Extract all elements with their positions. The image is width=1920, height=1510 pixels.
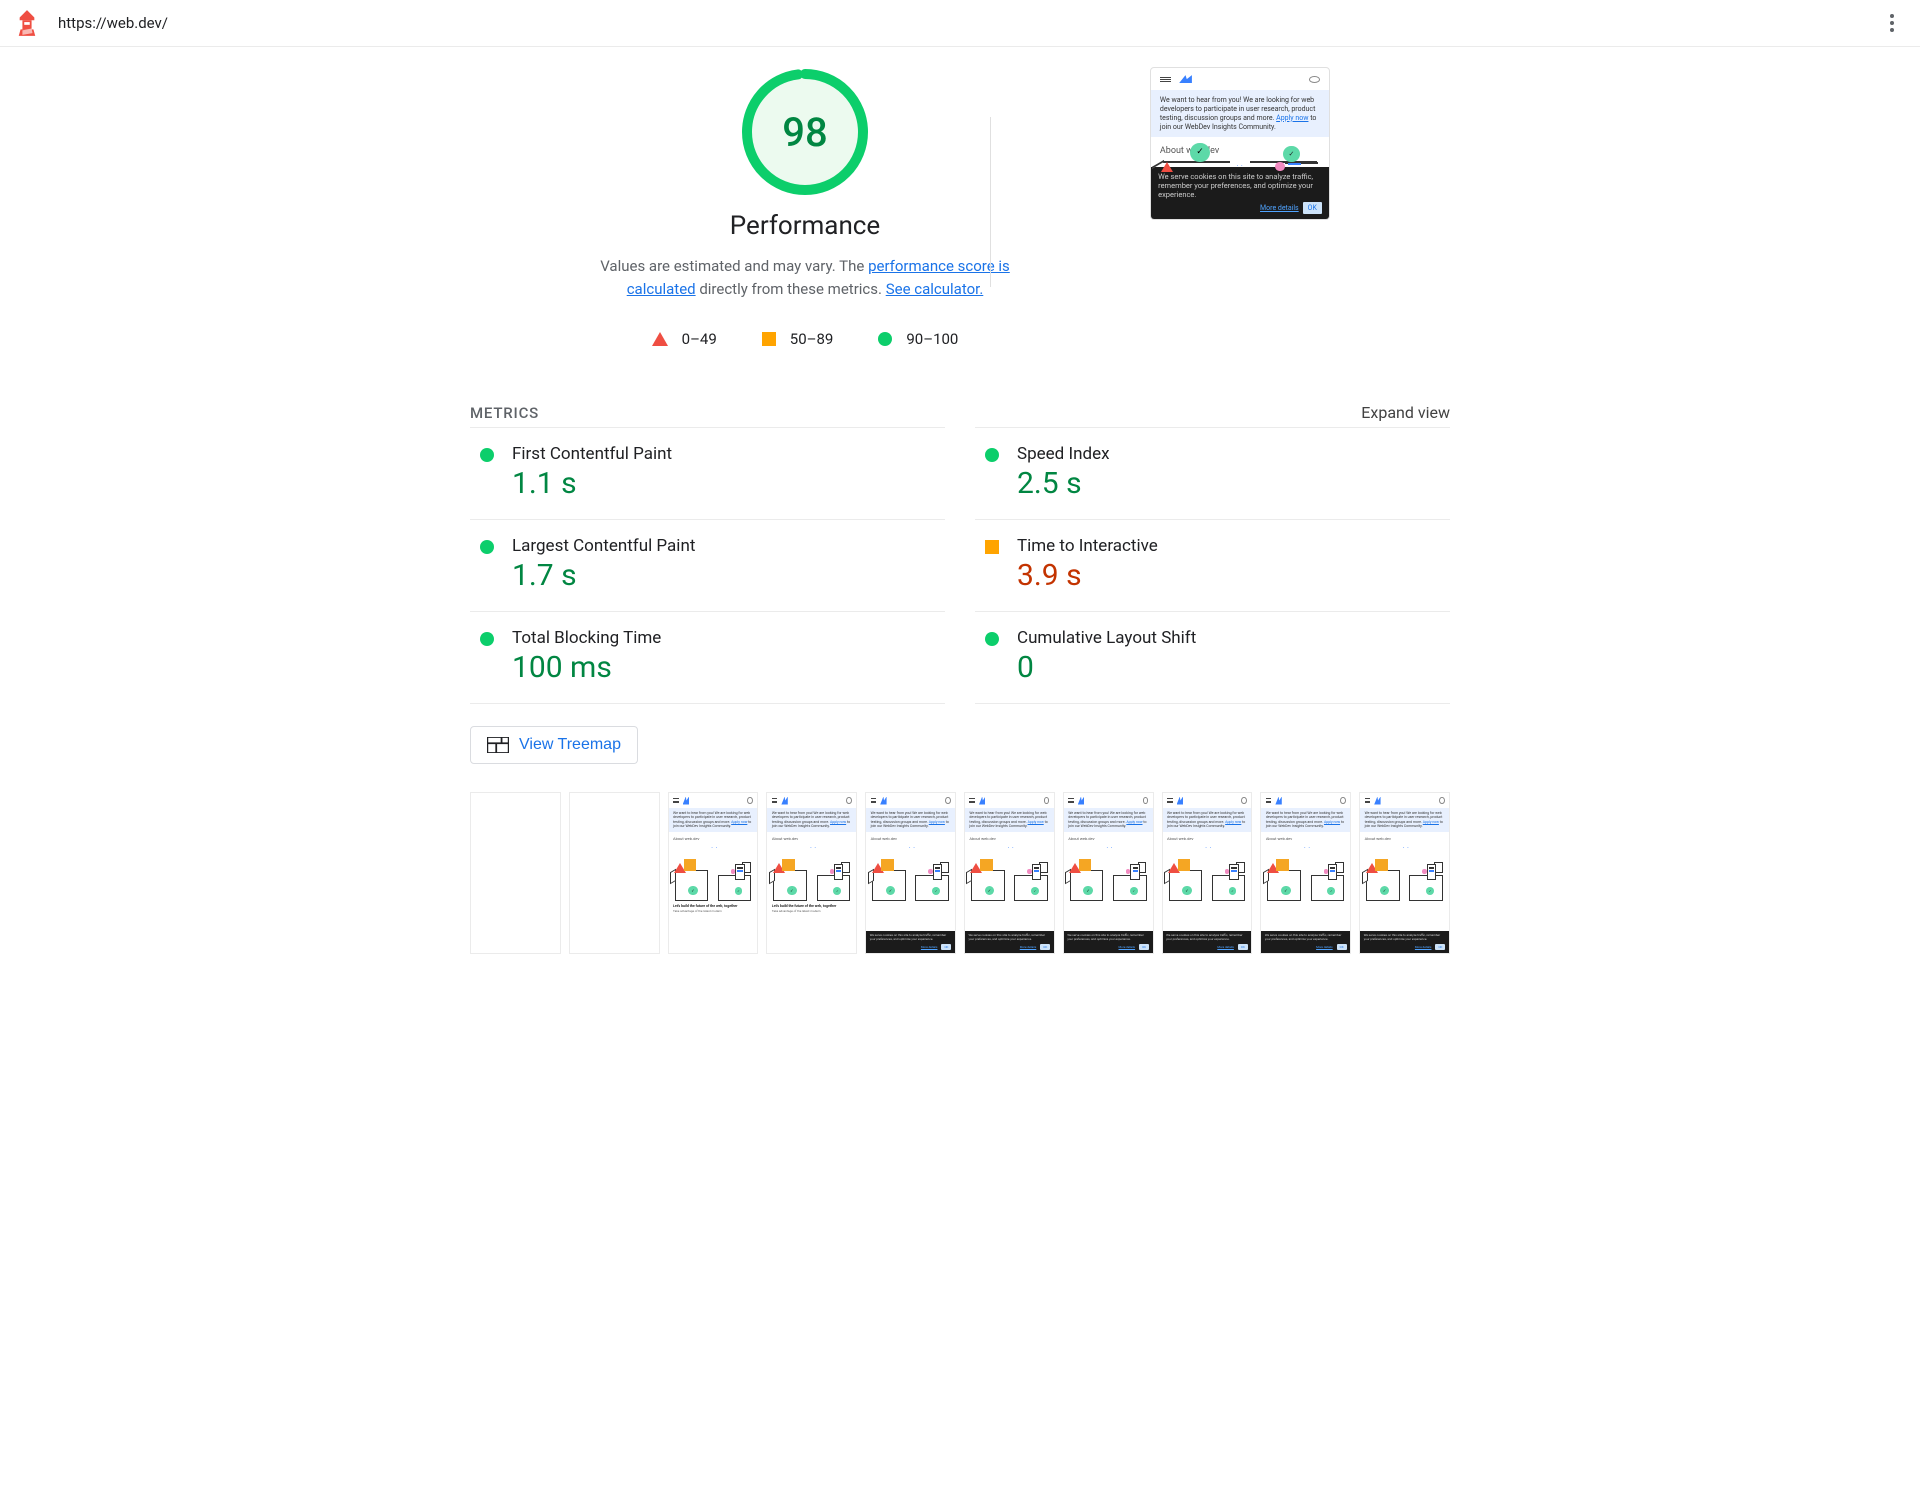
metric-label: Speed Index xyxy=(1017,444,1440,464)
filmstrip: We want to hear from you! We are looking… xyxy=(470,792,1450,954)
treemap-icon xyxy=(487,737,509,753)
metric-value: 3.9 s xyxy=(1017,558,1440,593)
metric-label: Cumulative Layout Shift xyxy=(1017,628,1440,648)
vertical-divider xyxy=(990,117,991,287)
metric-label: Largest Contentful Paint xyxy=(512,536,935,556)
score-legend: 0–49 50–89 90–100 xyxy=(652,330,959,348)
legend-fail: 0–49 xyxy=(652,330,717,348)
view-treemap-button[interactable]: View Treemap xyxy=(470,726,638,764)
circle-icon xyxy=(878,332,892,346)
topbar: https://web.dev/ xyxy=(0,0,1920,47)
score-disclaimer: Values are estimated and may vary. The p… xyxy=(590,255,1020,300)
filmstrip-frame: We want to hear from you! We are looking… xyxy=(865,792,956,954)
circle-icon xyxy=(985,632,999,646)
filmstrip-frame: We want to hear from you! We are looking… xyxy=(1359,792,1450,954)
metric-row: Cumulative Layout Shift 0 xyxy=(975,611,1450,703)
metric-row: Largest Contentful Paint 1.7 s xyxy=(470,519,945,611)
search-icon xyxy=(1309,76,1320,83)
metric-value: 100 ms xyxy=(512,650,935,685)
final-screenshot: We want to hear from you! We are looking… xyxy=(1150,67,1330,220)
metrics-grid: First Contentful Paint 1.1 s Speed Index… xyxy=(470,427,1450,703)
metric-value: 1.7 s xyxy=(512,558,935,593)
metric-value: 0 xyxy=(1017,650,1440,685)
metrics-heading: METRICS xyxy=(470,404,539,422)
webdev-logo-icon xyxy=(1179,75,1192,83)
lighthouse-logo-icon xyxy=(16,10,38,36)
metric-value: 1.1 s xyxy=(512,466,935,501)
performance-gauge: 98 xyxy=(740,67,870,197)
gauge-score: 98 xyxy=(740,67,870,197)
see-calculator-link[interactable]: See calculator. xyxy=(886,280,984,298)
more-menu-button[interactable] xyxy=(1880,11,1904,35)
circle-icon xyxy=(480,540,494,554)
gauge-label: Performance xyxy=(730,211,880,241)
page-url[interactable]: https://web.dev/ xyxy=(58,14,168,32)
metric-row: Total Blocking Time 100 ms xyxy=(470,611,945,703)
metric-value: 2.5 s xyxy=(1017,466,1440,501)
metric-label: Total Blocking Time xyxy=(512,628,935,648)
hamburger-icon xyxy=(1160,77,1171,82)
square-icon xyxy=(985,540,999,554)
metric-row: Speed Index 2.5 s xyxy=(975,427,1450,519)
hero-section: 98 Performance Values are estimated and … xyxy=(470,47,1450,348)
circle-icon xyxy=(985,448,999,462)
filmstrip-frame: We want to hear from you! We are looking… xyxy=(1162,792,1253,954)
metric-label: Time to Interactive xyxy=(1017,536,1440,556)
triangle-icon xyxy=(652,332,668,346)
filmstrip-frame: We want to hear from you! We are looking… xyxy=(1260,792,1351,954)
circle-icon xyxy=(480,632,494,646)
metric-label: First Contentful Paint xyxy=(512,444,935,464)
square-icon xyxy=(762,332,776,346)
filmstrip-frame xyxy=(470,792,561,954)
legend-pass: 90–100 xyxy=(878,330,958,348)
filmstrip-frame: We want to hear from you! We are looking… xyxy=(1063,792,1154,954)
filmstrip-frame xyxy=(569,792,660,954)
metric-row: First Contentful Paint 1.1 s xyxy=(470,427,945,519)
circle-icon xyxy=(480,448,494,462)
filmstrip-frame: We want to hear from you! We are looking… xyxy=(964,792,1055,954)
filmstrip-frame: We want to hear from you! We are looking… xyxy=(766,792,857,954)
expand-view-toggle[interactable]: Expand view xyxy=(1361,403,1450,422)
legend-average: 50–89 xyxy=(762,330,834,348)
metric-row: Time to Interactive 3.9 s xyxy=(975,519,1450,611)
filmstrip-frame: We want to hear from you! We are looking… xyxy=(668,792,759,954)
